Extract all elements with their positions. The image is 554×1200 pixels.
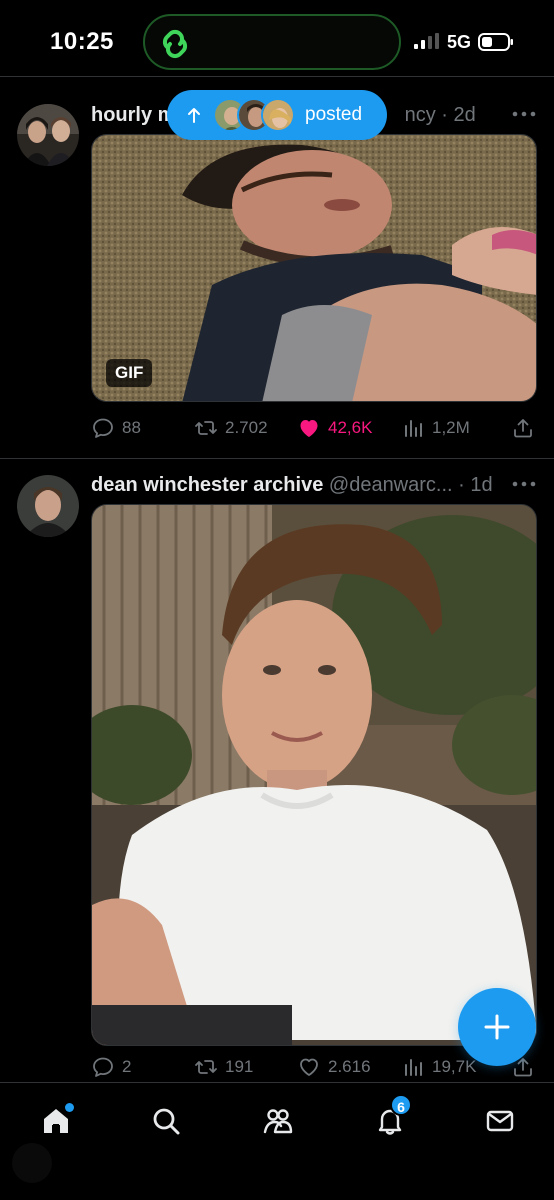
reply-icon (93, 1057, 113, 1077)
views-count: 1,2M (432, 418, 470, 437)
handle[interactable]: @deanwarc... (329, 474, 453, 496)
like-count: 42,6K (328, 418, 373, 437)
media-image (92, 135, 536, 401)
nav-notifications[interactable]: 6 (370, 1094, 412, 1141)
share-icon (514, 419, 532, 438)
views-count: 19,7K (432, 1057, 477, 1076)
nav-messages[interactable] (480, 1101, 520, 1141)
posted-avatars (213, 95, 297, 135)
new-posts-pill[interactable]: posted (167, 90, 387, 140)
posted-label: posted (305, 104, 363, 125)
display-name[interactable]: hourly m (91, 104, 175, 126)
tweet-media-photo[interactable] (91, 504, 537, 1046)
link-rings-icon (162, 29, 188, 59)
repost-icon (195, 1060, 217, 1074)
home-indicator (12, 1143, 52, 1183)
reply-button[interactable]: 2 (91, 1055, 131, 1079)
post-age[interactable]: 1d (470, 474, 492, 496)
reply-count: 88 (122, 418, 141, 437)
network-type: 5G (447, 32, 472, 52)
tweet[interactable]: dean winchester archive @deanwarc... · 1… (0, 459, 554, 1081)
nav-search[interactable] (146, 1101, 186, 1141)
display-name[interactable]: dean winchester archive (91, 474, 323, 496)
heart-filled-icon (300, 420, 318, 437)
tweet-actions: 88 2.702 42,6K 1,2M (91, 416, 537, 446)
top-divider (0, 76, 554, 77)
arrow-up-icon (188, 108, 200, 123)
like-count: 2.616 (328, 1057, 371, 1076)
media-image (92, 505, 536, 1045)
avatar[interactable] (17, 475, 79, 537)
avatar (261, 98, 295, 132)
repost-button[interactable]: 2.702 (194, 416, 268, 440)
avatar[interactable] (17, 104, 79, 166)
tweet[interactable]: hourly m ncy · 2d GIF 88 2.702 42,6K 1,2… (0, 86, 554, 458)
handle[interactable]: ncy (405, 104, 436, 126)
nav-home[interactable] (36, 1101, 76, 1141)
reply-count: 2 (122, 1057, 132, 1076)
views-icon (405, 1059, 422, 1076)
views-icon (405, 420, 422, 437)
repost-icon (195, 421, 217, 435)
messages-icon (486, 1110, 514, 1132)
views-button[interactable]: 1,2M (401, 416, 470, 440)
battery-icon (478, 33, 513, 51)
signal-icon (414, 33, 439, 49)
more-icon[interactable] (512, 111, 536, 117)
status-time: 10:25 (50, 28, 114, 55)
more-icon[interactable] (512, 481, 536, 487)
tweet-header: dean winchester archive @deanwarc... · 1… (91, 474, 493, 496)
bottom-nav: 6 (0, 1082, 554, 1200)
status-bar: 10:25 5G (0, 0, 554, 80)
repost-count: 191 (225, 1057, 254, 1076)
search-icon (153, 1108, 180, 1135)
like-button[interactable]: 42,6K (297, 416, 372, 440)
reply-icon (93, 418, 113, 438)
repost-count: 2.702 (225, 418, 268, 437)
communities-icon (263, 1109, 293, 1134)
views-button[interactable]: 19,7K (401, 1055, 476, 1079)
tweet-media-gif[interactable]: GIF (91, 134, 537, 402)
repost-button[interactable]: 191 (194, 1055, 253, 1079)
heart-icon (300, 1058, 318, 1076)
nav-communities[interactable] (258, 1101, 298, 1141)
plus-icon (484, 1014, 510, 1040)
post-age[interactable]: 2d (453, 104, 475, 126)
like-button[interactable]: 2.616 (297, 1055, 371, 1079)
share-button[interactable] (511, 416, 542, 440)
compose-button[interactable] (458, 988, 536, 1066)
notifications-badge: 6 (390, 1094, 412, 1116)
dynamic-island[interactable] (143, 14, 401, 70)
gif-badge: GIF (106, 359, 153, 387)
tweet-actions: 2 191 2.616 19,7K (91, 1055, 537, 1085)
reply-button[interactable]: 88 (91, 416, 141, 440)
home-unread-dot (65, 1103, 74, 1112)
